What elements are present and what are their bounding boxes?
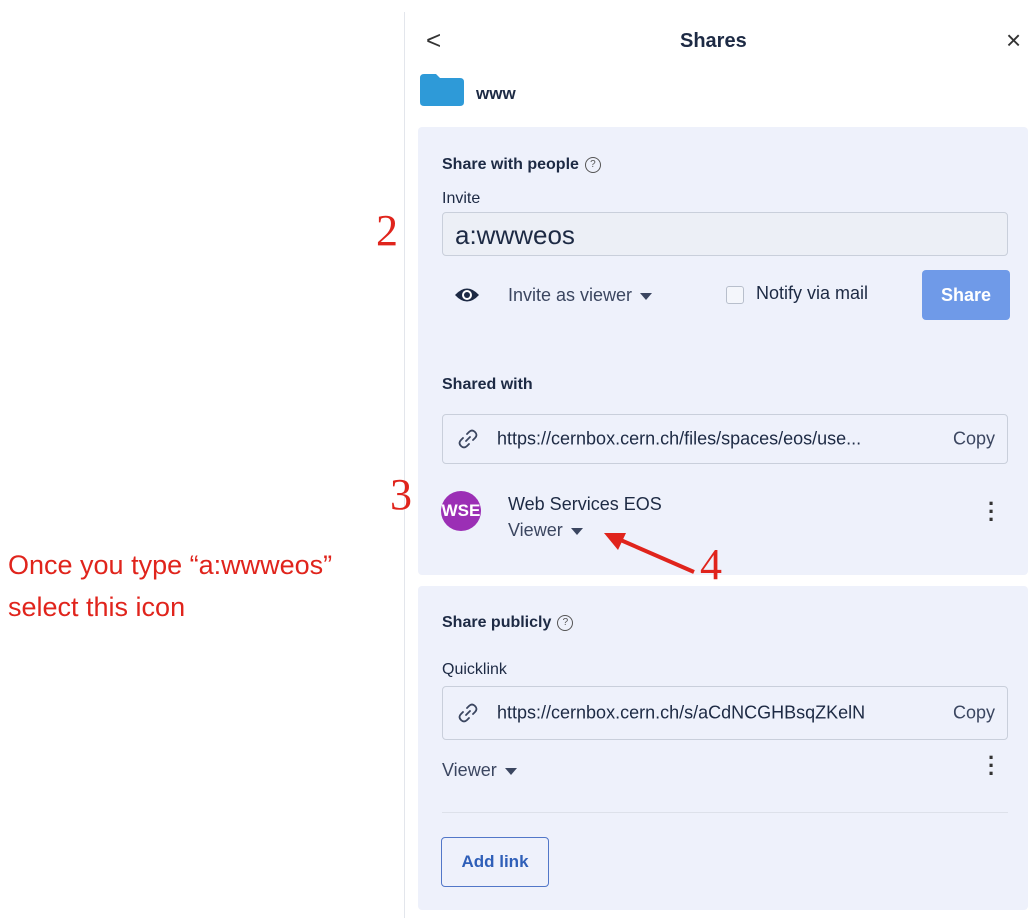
folder-icon [420,74,464,106]
folder-name: www [476,84,516,103]
notify-checkbox[interactable] [726,286,744,304]
quicklink-url: https://cernbox.cern.ch/s/aCdNCGHBsqZKel… [497,702,866,723]
annotation-step-4: 4 [700,540,722,589]
copy-link-button[interactable]: Copy [953,429,995,450]
add-link-button[interactable]: Add link [441,837,549,887]
share-with-people-heading: Share with people? [442,156,601,174]
link-icon [458,429,478,449]
quicklink-label: Quicklink [442,661,507,678]
shared-link-url: https://cernbox.cern.ch/files/spaces/eos… [497,428,862,449]
annotation-step-2: 2 [376,206,398,255]
invite-role-dropdown[interactable]: Invite as viewer [508,285,653,306]
page-title: Shares [680,30,747,52]
quicklink-role-dropdown[interactable]: Viewer [442,760,517,781]
caret-down-icon [504,767,517,775]
section-title: Share with people [442,156,579,173]
invite-input[interactable]: a:wwweos [442,212,1008,256]
invite-label: Invite [442,190,481,207]
more-options-icon[interactable]: · · · [988,493,995,531]
role-label: Viewer [442,760,497,780]
section-title: Share publicly [442,614,552,631]
shared-link-row: https://cernbox.cern.ch/files/spaces/eos… [442,414,1008,464]
quicklink-row: https://cernbox.cern.ch/s/aCdNCGHBsqZKel… [442,686,1008,740]
eye-icon [455,288,479,302]
share-button[interactable]: Share [922,270,1010,320]
back-button[interactable]: < [426,22,441,58]
divider [442,812,1008,813]
notify-label: Notify via mail [756,283,869,303]
copy-quicklink-button[interactable]: Copy [953,703,995,724]
help-icon[interactable]: ? [584,156,601,173]
invite-role-label: Invite as viewer [508,285,633,305]
close-button[interactable]: × [1006,22,1021,58]
annotation-step-3: 3 [390,470,412,519]
shared-person-role-dropdown[interactable]: Viewer [508,520,583,541]
shared-person-name: Web Services EOS [508,494,662,514]
avatar: WSE [441,491,481,531]
link-icon [458,703,478,723]
caret-down-icon [570,527,583,535]
role-label: Viewer [508,520,563,540]
share-publicly-heading: Share publicly? [442,614,574,632]
panel-divider [404,12,405,918]
annotation-arrow-icon [604,533,695,574]
annotation-instruction: Once you type “a:wwweos” select this ico… [8,540,332,632]
more-options-icon[interactable]: · · · [988,747,995,785]
help-icon[interactable]: ? [557,614,574,631]
shared-with-heading: Shared with [442,376,533,393]
caret-down-icon [640,292,653,300]
